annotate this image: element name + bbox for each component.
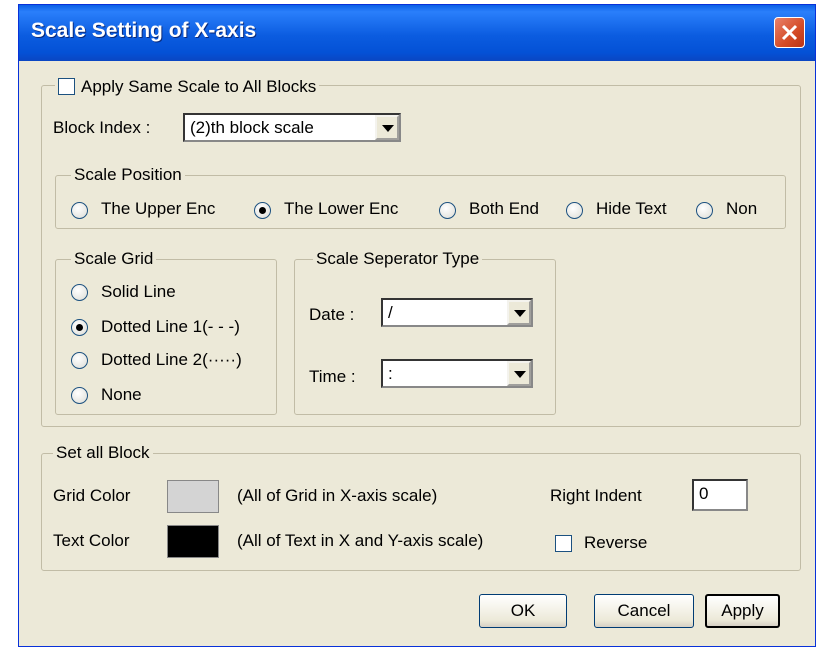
scale-position-legend: Scale Position — [71, 165, 185, 185]
date-label: Date : — [309, 305, 355, 324]
chevron-down-icon[interactable] — [375, 115, 399, 140]
grid-dotted-line-2-label: Dotted Line 2(·····) — [101, 350, 242, 369]
chevron-down-icon[interactable] — [507, 361, 531, 386]
option-lower-end-label: The Lower Enc — [284, 199, 399, 218]
date-separator-select[interactable]: / — [381, 298, 533, 327]
option-both-end-label: Both End — [469, 199, 539, 218]
date-separator-value: / — [388, 303, 393, 322]
block-index-value: (2)th block scale — [190, 118, 314, 137]
close-icon — [781, 24, 798, 41]
set-all-block-legend: Set all Block — [53, 443, 153, 463]
radio-none-position[interactable] — [696, 202, 713, 219]
right-indent-label: Right Indent — [550, 486, 642, 505]
radio-both-end[interactable] — [439, 202, 456, 219]
option-hide-text-label: Hide Text — [596, 199, 667, 218]
option-none-position-label: Non — [726, 199, 758, 218]
scale-grid-legend: Scale Grid — [71, 249, 157, 269]
time-separator-value: : — [388, 364, 393, 383]
apply-same-label: Apply Same Scale to All Blocks — [81, 77, 317, 96]
title-bar[interactable]: Scale Setting of X-axis — [19, 5, 815, 61]
text-color-description: (All of Text in X and Y-axis scale) — [237, 531, 484, 550]
reverse-checkbox[interactable] — [555, 535, 572, 552]
close-button[interactable] — [774, 17, 805, 48]
grid-color-label: Grid Color — [53, 486, 131, 505]
grid-color-description: (All of Grid in X-axis scale) — [237, 486, 438, 505]
apply-same-legend[interactable]: Apply Same Scale to All Blocks — [55, 75, 320, 97]
grid-solid-line-label: Solid Line — [101, 282, 176, 301]
text-color-label: Text Color — [53, 531, 130, 550]
option-upper-end-label: The Upper Enc — [101, 199, 216, 218]
apply-button[interactable]: Apply — [705, 594, 780, 628]
dialog-title: Scale Setting of X-axis — [31, 19, 257, 42]
radio-lower-end[interactable] — [254, 202, 271, 219]
reverse-label: Reverse — [584, 533, 648, 552]
radio-upper-end[interactable] — [71, 202, 88, 219]
right-indent-input[interactable]: 0 — [692, 479, 748, 511]
radio-grid-none[interactable] — [71, 387, 88, 404]
grid-dotted-line-1-label: Dotted Line 1(- - -) — [101, 317, 240, 336]
radio-dotted-line-1[interactable] — [71, 319, 88, 336]
radio-dotted-line-2[interactable] — [71, 352, 88, 369]
grid-color-swatch[interactable] — [167, 480, 219, 513]
radio-hide-text[interactable] — [566, 202, 583, 219]
block-index-label: Block Index : — [53, 118, 151, 137]
time-separator-select[interactable]: : — [381, 359, 533, 388]
block-index-select[interactable]: (2)th block scale — [183, 113, 401, 142]
time-label: Time : — [309, 367, 356, 386]
separator-type-group — [294, 259, 556, 415]
ok-button[interactable]: OK — [479, 594, 567, 628]
chevron-down-icon[interactable] — [507, 300, 531, 325]
set-all-block-group — [41, 453, 801, 571]
radio-solid-line[interactable] — [71, 284, 88, 301]
scale-setting-dialog: Scale Setting of X-axis Apply Same Scale… — [18, 4, 816, 647]
separator-type-legend: Scale Seperator Type — [313, 249, 483, 269]
grid-none-label: None — [101, 385, 142, 404]
text-color-swatch[interactable] — [167, 525, 219, 558]
apply-same-checkbox[interactable] — [58, 78, 75, 95]
cancel-button[interactable]: Cancel — [594, 594, 694, 628]
